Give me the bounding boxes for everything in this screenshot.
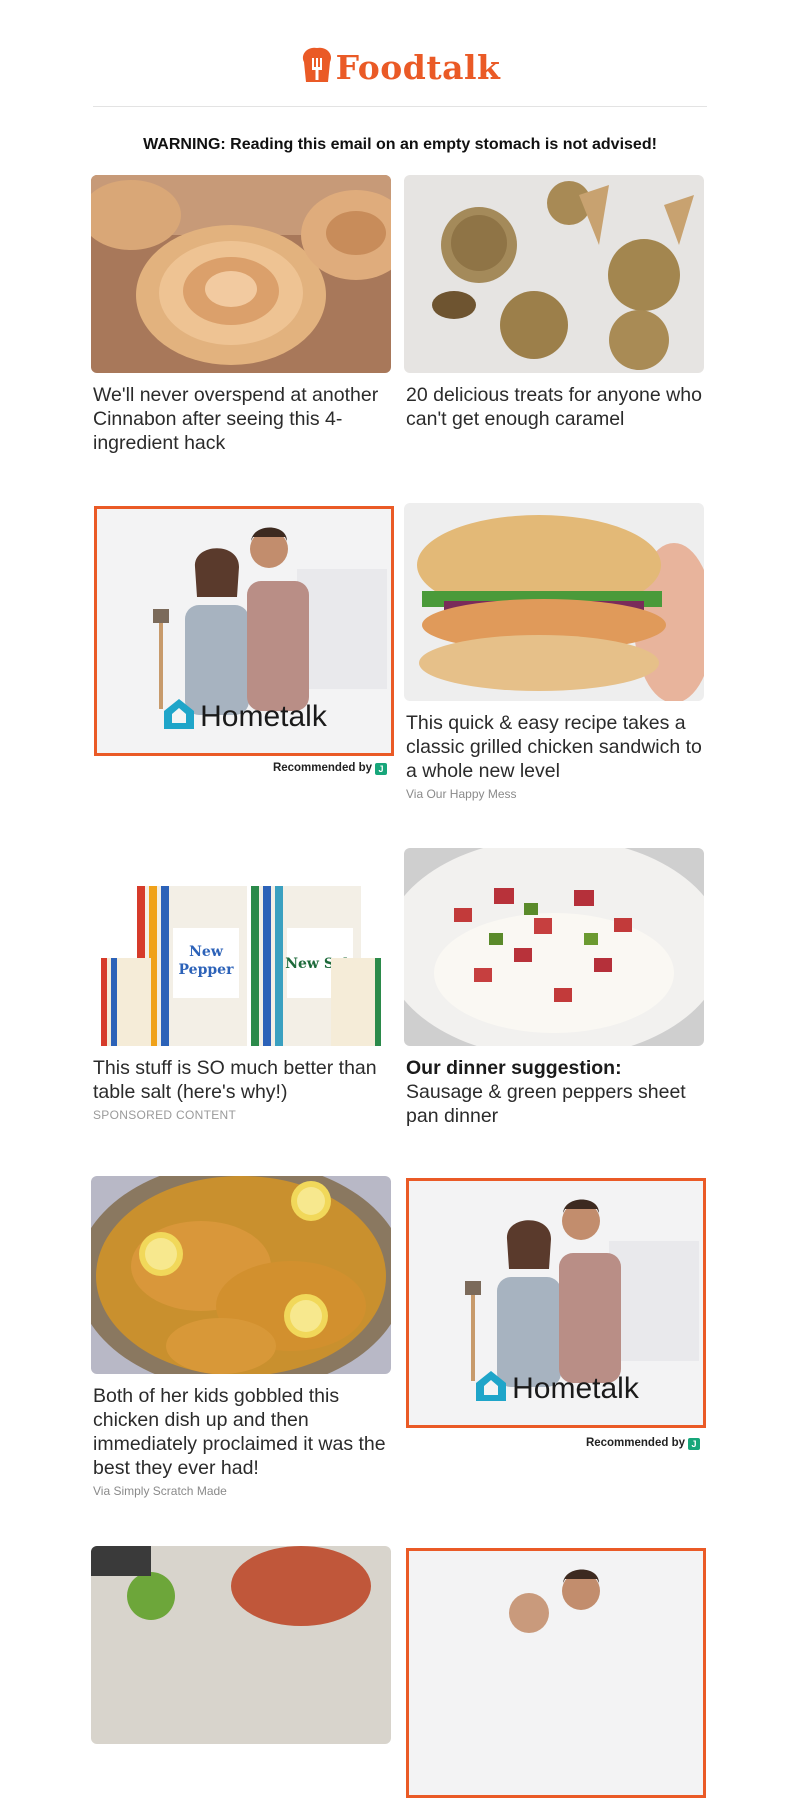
brand-name: Foodtalk: [335, 48, 501, 87]
hometalk-ad[interactable]: Hometalk: [406, 1178, 706, 1428]
sausage-rice-image[interactable]: [404, 848, 704, 1046]
house-icon: [473, 1368, 509, 1409]
email-header: Foodtalk: [93, 0, 707, 107]
recommended-by[interactable]: Recommended by J: [87, 762, 387, 775]
svg-text:Pepper: Pepper: [179, 962, 235, 978]
email-content: Foodtalk WARNING: Reading this email on …: [91, 0, 707, 1798]
sponsored-label: SPONSORED CONTENT: [93, 1108, 237, 1122]
house-icon: [161, 696, 197, 737]
hometalk-ad-partial[interactable]: [406, 1548, 706, 1798]
sponsored-title[interactable]: This stuff is SO much better than table …: [93, 1056, 389, 1104]
recommender-logo-icon: J: [375, 763, 387, 775]
hometalk-ad-photo: [409, 1551, 703, 1795]
recommender-logo-icon: J: [688, 1438, 700, 1450]
hometalk-ad[interactable]: Hometalk: [94, 506, 394, 756]
article-card-sausage-dinner[interactable]: Our dinner suggestion: Sausage & green pe…: [404, 848, 704, 1128]
spicewell-product-image[interactable]: New Pepper New Salt: [91, 848, 391, 1046]
foodtalk-logo[interactable]: Foodtalk: [93, 46, 707, 89]
dinner-suggestion-label: Our dinner suggestion:: [406, 1057, 622, 1079]
sponsored-card-spicewell[interactable]: New Pepper New Salt This stuff is SO muc…: [91, 848, 391, 1122]
article-card-lemon-chicken[interactable]: Both of her kids gobbled this chicken di…: [91, 1176, 391, 1498]
lemon-chicken-image[interactable]: [91, 1176, 391, 1374]
article-title[interactable]: This quick & easy recipe takes a classic…: [406, 711, 702, 783]
cinnamon-roll-image[interactable]: [91, 175, 391, 373]
article-title-text: Sausage & green peppers sheet pan dinner: [406, 1081, 686, 1127]
warning-text: WARNING: Reading this email on an empty …: [143, 136, 657, 153]
article-card-partial[interactable]: [91, 1546, 391, 1744]
article-card-caramel[interactable]: 20 delicious treats for anyone who can't…: [404, 175, 704, 431]
chicken-sandwich-image[interactable]: [404, 503, 704, 701]
salsa-dish-image[interactable]: [91, 1546, 391, 1744]
recommended-by[interactable]: Recommended by J: [400, 1437, 700, 1450]
caramel-ice-cream-image[interactable]: [404, 175, 704, 373]
hometalk-logo: Hometalk: [409, 1368, 703, 1409]
article-source[interactable]: Via Our Happy Mess: [406, 787, 702, 801]
article-title[interactable]: Our dinner suggestion: Sausage & green pe…: [406, 1056, 702, 1128]
article-title[interactable]: Both of her kids gobbled this chicken di…: [93, 1384, 389, 1480]
article-card-cinnabon[interactable]: We'll never overspend at another Cinnabo…: [91, 175, 391, 455]
recommended-label: Recommended by: [272, 762, 372, 774]
hometalk-brand: Hometalk: [512, 1371, 639, 1405]
hometalk-logo: Hometalk: [97, 696, 391, 737]
hometalk-brand: Hometalk: [200, 699, 327, 733]
article-title[interactable]: We'll never overspend at another Cinnabo…: [93, 383, 389, 455]
recommended-label: Recommended by: [585, 1437, 685, 1449]
article-title[interactable]: 20 delicious treats for anyone who can't…: [406, 383, 702, 431]
chef-hat-fork-icon: [300, 46, 334, 89]
svg-text:New: New: [189, 944, 224, 960]
article-source[interactable]: Via Simply Scratch Made: [93, 1484, 389, 1498]
article-card-chicken-sandwich[interactable]: This quick & easy recipe takes a classic…: [404, 503, 704, 801]
